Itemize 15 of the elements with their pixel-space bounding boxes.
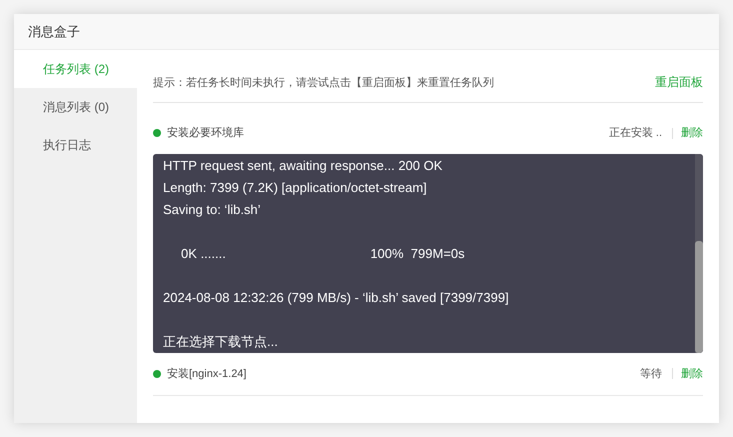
task-status: 等待 — [640, 366, 663, 382]
delete-link[interactable]: 删除 — [681, 366, 703, 382]
restart-panel-link[interactable]: 重启面板 — [655, 73, 703, 91]
window-title: 消息盒子 — [28, 22, 80, 41]
sidebar-item[interactable]: 执行日志 — [14, 126, 137, 164]
task-name: 安装[nginx-1.24] — [167, 366, 246, 382]
scrollbar-thumb[interactable] — [695, 240, 703, 352]
scrollbar[interactable] — [695, 154, 703, 352]
task-status: 正在安装 .. — [608, 126, 663, 141]
task-name: 安装必要环境库 — [167, 126, 244, 141]
sidebar-item[interactable]: 任务列表 (2) — [14, 50, 137, 88]
log-text: HTTP request sent, awaiting response... 200 OK Length: 7399 (7.2K) [application/octet-stream] Saving to: ‘lib.sh’ 0K ....... 100% 799M=0s 2024-08-08 12:32:26 (799 MB/s) - ‘lib.sh’ saved [7399/7399] 正在选择下载节点... — [163, 156, 510, 350]
hint-text: 提示：若任务长时间未执行，请尝试点击【重启面板】来重置任务队列 — [153, 76, 494, 90]
sidebar-item[interactable]: 消息列表 (0) — [14, 88, 137, 126]
delete-link[interactable]: 删除 — [681, 125, 703, 142]
